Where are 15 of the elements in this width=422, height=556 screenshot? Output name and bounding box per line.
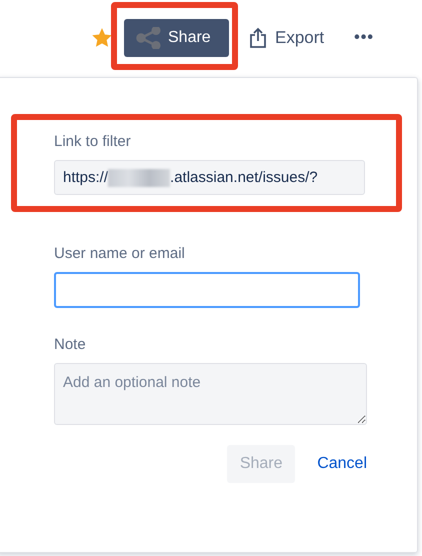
share-button[interactable]: Share	[124, 19, 229, 57]
field-label: User name or email	[54, 245, 186, 262]
cancel-link[interactable]: Cancel	[317, 445, 367, 483]
export-button[interactable]: Export	[249, 27, 324, 49]
note-field[interactable]: Add an optional note	[54, 363, 367, 425]
field-label: Link to filter	[54, 133, 132, 150]
upload-icon	[249, 27, 267, 49]
url-text: .atlassian.net/issues/?	[170, 169, 318, 186]
field-label: Note	[54, 336, 87, 353]
url-text: https://	[63, 169, 108, 186]
star-icon[interactable]	[92, 28, 112, 48]
user-input[interactable]	[54, 272, 360, 308]
more-button[interactable]: •••	[354, 29, 374, 47]
link-field[interactable]: https:// .atlassian.net/issues/?	[54, 160, 365, 195]
share-icon	[136, 27, 162, 49]
